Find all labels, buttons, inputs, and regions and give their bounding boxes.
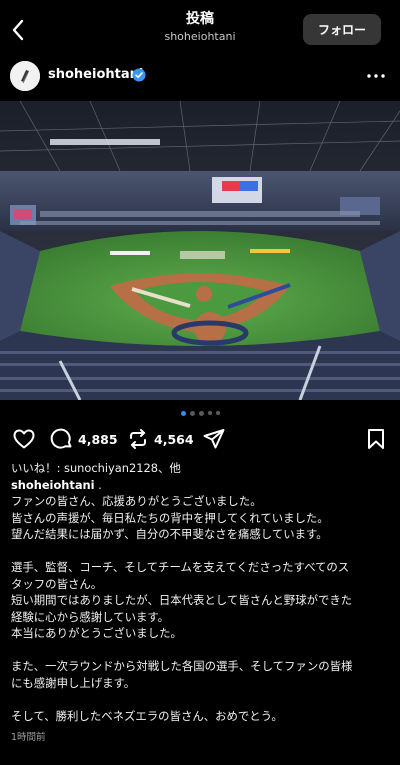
comment-count: 4,885 <box>78 432 118 447</box>
caption-header: shoheiohtani . <box>11 477 395 494</box>
caption-line: 本当にありがとうございました。 <box>11 626 182 640</box>
caption-line: にも感謝申し上げます。 <box>11 675 136 690</box>
follow-button[interactable]: フォロー <box>303 14 381 45</box>
more-horizontal-icon[interactable] <box>364 64 388 88</box>
carousel-dot <box>215 411 220 415</box>
carousel-dot <box>207 411 212 415</box>
page-title: 投稿 <box>186 11 214 27</box>
caption-line: タッフの皆さん。 <box>11 576 103 591</box>
post-username[interactable]: shoheiohtani <box>48 67 143 82</box>
repost-count: 4,564 <box>154 432 194 447</box>
carousel-dot <box>198 410 204 416</box>
carousel-dot-active <box>180 410 186 416</box>
caption-block: いいね！: sunochiyan2128、他 shoheiohtani . ファ… <box>11 460 395 724</box>
header-title-block: 投稿 shoheiohtani <box>100 10 300 44</box>
caption-line: ファンの皆さん、応援ありがとうございました。 <box>11 494 262 508</box>
repost-icon[interactable] <box>126 427 150 455</box>
post-timestamp: 1時間前 <box>11 732 46 743</box>
comment-icon[interactable] <box>50 427 74 455</box>
caption-author-suffix: . <box>94 477 102 492</box>
caption-lines: ファンの皆さん、応援ありがとうございました。皆さんの声援が、毎日私たちの背中を押… <box>11 493 395 724</box>
caption-line: 皆さんの声援が、毎日私たちの背中を押してくれていました。 <box>11 510 329 525</box>
page-subtitle: shoheiohtani <box>164 30 236 43</box>
top-bar: 投稿 shoheiohtani フォロー <box>0 0 400 58</box>
caption-line: 望んだ結果には届かず、自分の不甲斐なさを痛感しています。 <box>11 527 328 541</box>
caption-line: 短い期間ではありましたが、日本代表として皆さんと野球ができた <box>11 593 353 607</box>
carousel-indicator <box>0 408 400 418</box>
verified-icon <box>132 67 146 82</box>
caption-line: 選手、監督、コーチ、そしてチームを支えてくださったすべてのス <box>11 560 350 574</box>
action-bar: 4,885 4,564 <box>0 425 400 455</box>
carousel-dot <box>189 410 195 416</box>
bookmark-icon[interactable] <box>364 427 388 455</box>
post-photo-stadium[interactable] <box>0 101 400 400</box>
likes-text[interactable]: いいね！: sunochiyan2128、他 <box>11 460 395 477</box>
post-header: shoheiohtani <box>0 58 400 100</box>
caption-line: 経験に心から感謝しています。 <box>11 609 169 624</box>
caption-line: また、一次ラウンドから対戦した各国の選手、そしてファンの皆様 <box>11 659 353 673</box>
caption-line: そして、勝利したベネズエラの皆さん、おめでとう。 <box>11 708 283 723</box>
avatar[interactable] <box>10 61 40 91</box>
back-chevron-icon[interactable] <box>6 14 32 46</box>
share-icon[interactable] <box>202 427 226 455</box>
heart-icon[interactable] <box>12 427 36 455</box>
caption-author[interactable]: shoheiohtani <box>11 478 95 492</box>
